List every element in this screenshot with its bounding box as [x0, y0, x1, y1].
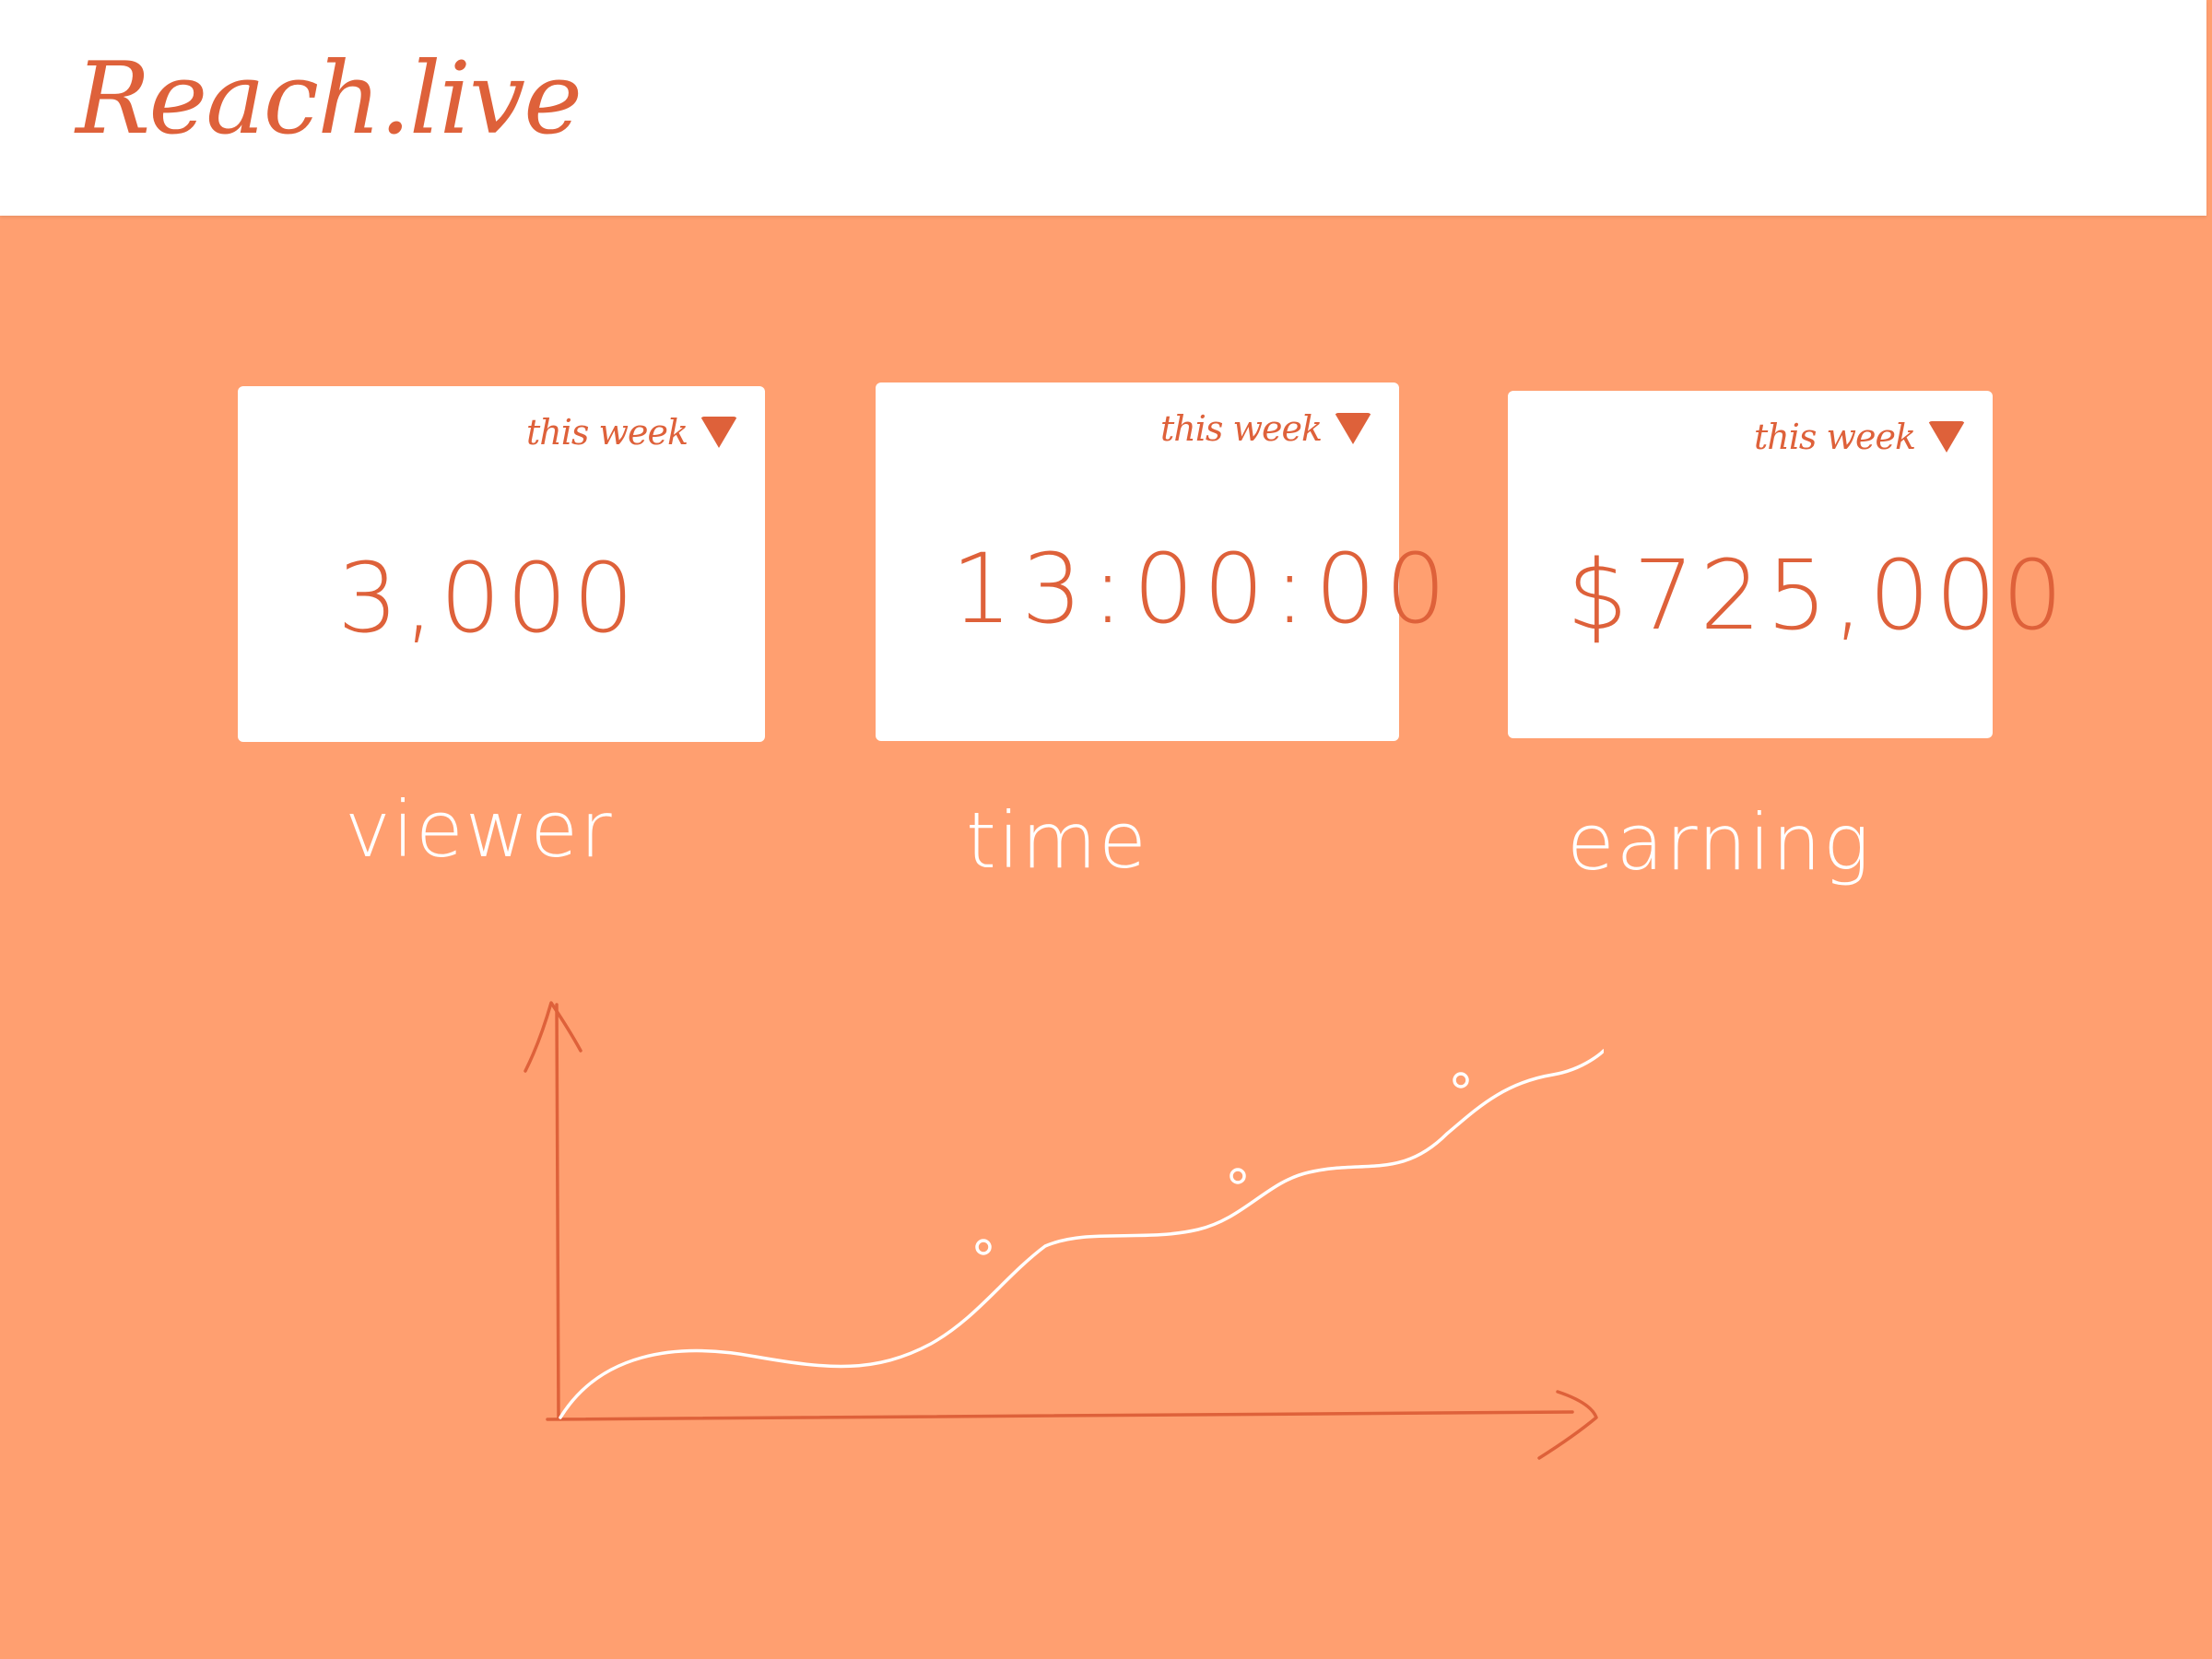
trend-line — [559, 1049, 1604, 1419]
trend-point — [1453, 1072, 1469, 1088]
caret-down-icon[interactable] — [1335, 413, 1371, 444]
app-logo[interactable]: Reach.live — [76, 50, 582, 149]
trend-point — [1230, 1168, 1246, 1184]
top-bar: Reach.live — [0, 0, 2206, 216]
earning-caption: earning — [1567, 797, 1872, 888]
time-card: this week 13:00:00 — [876, 382, 1456, 741]
viewer-count: 3,000 — [337, 542, 640, 654]
y-axis — [555, 1003, 560, 1419]
x-axis — [546, 1410, 1574, 1421]
period-dropdown[interactable]: this week — [526, 412, 737, 453]
period-dropdown[interactable]: this week — [1160, 408, 1371, 449]
period-dropdown-label: this week — [525, 412, 688, 453]
period-dropdown-label: this week — [1753, 417, 1916, 457]
trend-chart — [524, 1001, 1604, 1460]
y-axis-arrowhead — [524, 1001, 582, 1073]
viewer-caption: viewer — [345, 784, 614, 875]
x-axis-arrowhead — [1537, 1390, 1598, 1460]
caret-down-icon[interactable] — [700, 417, 737, 448]
period-dropdown[interactable]: this week — [1754, 417, 1965, 457]
viewer-card: this week 3,000 — [238, 386, 765, 742]
dashboard-page: Reach.live this week 3,000 this week 13:… — [0, 0, 2212, 1659]
period-dropdown-label: this week — [1159, 408, 1323, 449]
watch-time: 13:00:00 — [951, 533, 1456, 645]
time-caption: time — [966, 795, 1148, 886]
earning-amount: $725,000 — [1567, 539, 2069, 652]
trend-point — [975, 1239, 992, 1255]
earning-card: this week $725,000 — [1508, 391, 2069, 738]
caret-down-icon[interactable] — [1928, 421, 1965, 453]
